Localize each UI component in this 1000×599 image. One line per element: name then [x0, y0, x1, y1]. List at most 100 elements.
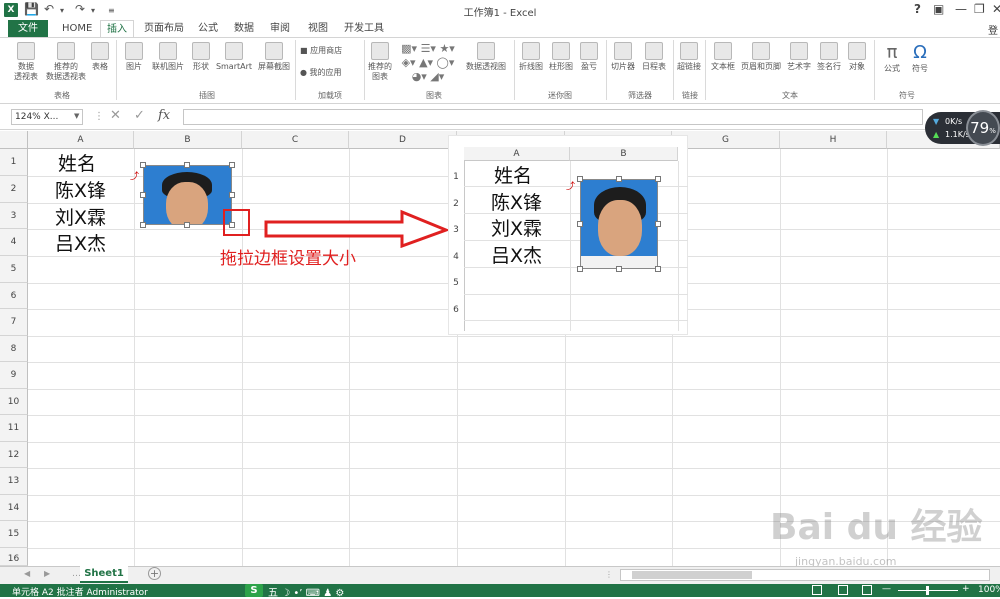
timeline-button[interactable]: 日程表	[638, 42, 670, 72]
tab-file[interactable]: 文件	[8, 20, 48, 37]
minimize-icon[interactable]: —	[955, 2, 967, 16]
window-title: 工作簿1 - Excel	[463, 8, 537, 19]
symbol-button[interactable]: Ω 符号	[906, 42, 934, 74]
row-header-10[interactable]: 10	[0, 389, 28, 415]
row-header-4[interactable]: 4	[0, 229, 28, 256]
col-header-h[interactable]: H	[780, 131, 887, 149]
row-header-8[interactable]: 8	[0, 336, 28, 362]
row-header-6[interactable]: 6	[0, 283, 28, 309]
row-header-16[interactable]: 16	[0, 548, 28, 566]
equation-button[interactable]: π 公式	[878, 42, 906, 74]
object-button[interactable]: 对象	[844, 42, 870, 72]
tab-split-icon[interactable]: ⋮	[605, 570, 613, 579]
sparkline-column-button[interactable]: 柱形图	[546, 42, 576, 72]
name-box-dropdown-icon[interactable]: ▼	[74, 112, 79, 120]
tab-review[interactable]: 审阅	[264, 20, 296, 37]
pivot-table-button[interactable]: 数据 透视表	[10, 42, 42, 82]
pictures-button[interactable]: 图片	[122, 42, 146, 72]
zoom-in-icon[interactable]: +	[962, 584, 970, 594]
tab-home[interactable]: HOME	[56, 20, 98, 37]
row-header-15[interactable]: 15	[0, 521, 28, 548]
normal-view-icon[interactable]	[812, 585, 822, 595]
resize-handle-e[interactable]	[229, 192, 235, 198]
sparkline-line-button[interactable]: 折线图	[516, 42, 546, 72]
select-all-corner[interactable]	[0, 131, 28, 149]
row-header-11[interactable]: 11	[0, 415, 28, 442]
restore-icon[interactable]: ❐	[974, 2, 985, 16]
zoom-level[interactable]: 100%	[978, 585, 1000, 595]
col-header-a[interactable]: A	[28, 131, 134, 149]
insert-function-icon[interactable]: fx	[158, 108, 170, 123]
shapes-button[interactable]: 形状	[188, 42, 214, 72]
row-header-5[interactable]: 5	[0, 256, 28, 283]
chart-type-gallery[interactable]: ▩▾ ☰▾ ★▾ ◈▾ ▲▾ ◯▾ ◕▾ ◢▾	[397, 42, 459, 84]
row-header-14[interactable]: 14	[0, 495, 28, 521]
resize-handle-n[interactable]	[184, 162, 190, 168]
smartart-button[interactable]: SmartArt	[214, 42, 254, 72]
close-icon[interactable]: ✕	[992, 2, 1000, 16]
cell-a4[interactable]: 吕X杰	[55, 229, 106, 256]
row-header-12[interactable]: 12	[0, 442, 28, 468]
group-separator	[874, 40, 875, 100]
col-header-c[interactable]: C	[242, 131, 349, 149]
wordart-button[interactable]: 艺术字	[784, 42, 814, 72]
name-box[interactable]: 124% X...	[11, 109, 83, 125]
resize-handle-s[interactable]	[184, 222, 190, 228]
page-layout-view-icon[interactable]	[838, 585, 848, 595]
zoom-out-icon[interactable]: —	[882, 584, 891, 594]
online-pictures-button[interactable]: 联机图片	[148, 42, 188, 72]
slicer-button[interactable]: 切片器	[608, 42, 638, 72]
tab-insert[interactable]: 插入	[100, 20, 134, 37]
scroll-left-icon[interactable]: ◀	[24, 569, 30, 578]
login-link[interactable]: 登	[988, 22, 998, 37]
pivot-chart-button[interactable]: 数据透视图	[462, 42, 510, 72]
cell-a3[interactable]: 刘X霖	[55, 203, 106, 230]
zoom-slider-thumb[interactable]	[926, 586, 929, 595]
sparkline-winloss-button[interactable]: 盈亏	[576, 42, 602, 72]
recommended-charts-button[interactable]: 推荐的 图表	[366, 42, 394, 82]
signature-line-button[interactable]: 签名行	[814, 42, 844, 72]
col-header-d[interactable]: D	[349, 131, 457, 149]
table-button[interactable]: 表格	[88, 42, 112, 72]
screenshot-button[interactable]: 屏幕截图	[254, 42, 294, 72]
header-footer-button[interactable]: 页眉和页脚	[738, 42, 784, 72]
row-header-9[interactable]: 9	[0, 362, 28, 389]
baidu-watermark: Bai du 经验	[770, 507, 983, 548]
scrollbar-thumb[interactable]	[632, 571, 752, 579]
tab-data[interactable]: 数据	[228, 20, 260, 37]
row-header-13[interactable]: 13	[0, 468, 28, 495]
row-header-7[interactable]: 7	[0, 309, 28, 336]
ribbon-display-icon[interactable]: ▣	[933, 2, 944, 16]
cancel-icon[interactable]: ✕	[110, 108, 121, 123]
cell-a1[interactable]: 姓名	[58, 149, 96, 176]
help-icon[interactable]: ?	[914, 2, 921, 16]
col-header-b[interactable]: B	[134, 131, 242, 149]
col-header-g[interactable]: G	[672, 131, 780, 149]
student-photo[interactable]	[143, 165, 232, 225]
scroll-right-icon[interactable]: ▶	[44, 569, 50, 578]
cpu-usage-gauge[interactable]: 79%	[966, 110, 1000, 146]
page-break-view-icon[interactable]	[862, 585, 872, 595]
add-sheet-icon[interactable]: +	[148, 567, 161, 580]
recommended-pivot-button[interactable]: 推荐的 数据透视表	[44, 42, 88, 82]
tab-formulas[interactable]: 公式	[192, 20, 224, 37]
textbox-button[interactable]: 文本框	[708, 42, 738, 72]
cell-a2[interactable]: 陈X锋	[55, 176, 106, 203]
enter-icon[interactable]: ✓	[134, 108, 145, 123]
app-store-button[interactable]: ■ 应用商店	[300, 46, 356, 56]
my-apps-button[interactable]: ● 我的应用	[300, 68, 356, 78]
hyperlink-button[interactable]: 超链接	[675, 42, 703, 72]
tab-page-layout[interactable]: 页面布局	[138, 20, 190, 37]
resize-handle-w[interactable]	[140, 192, 146, 198]
resize-handle-nw[interactable]	[140, 162, 146, 168]
row-header-2[interactable]: 2	[0, 176, 28, 203]
resize-handle-sw[interactable]	[140, 222, 146, 228]
tab-developer[interactable]: 开发工具	[338, 20, 390, 37]
row-header-1[interactable]: 1	[0, 149, 28, 176]
sheet-tab-sheet1[interactable]: Sheet1	[80, 566, 128, 583]
formula-input[interactable]	[183, 109, 923, 125]
tab-view[interactable]: 视图	[302, 20, 334, 37]
ime-logo-icon[interactable]: S	[245, 584, 263, 597]
row-header-3[interactable]: 3	[0, 203, 28, 229]
resize-handle-ne[interactable]	[229, 162, 235, 168]
